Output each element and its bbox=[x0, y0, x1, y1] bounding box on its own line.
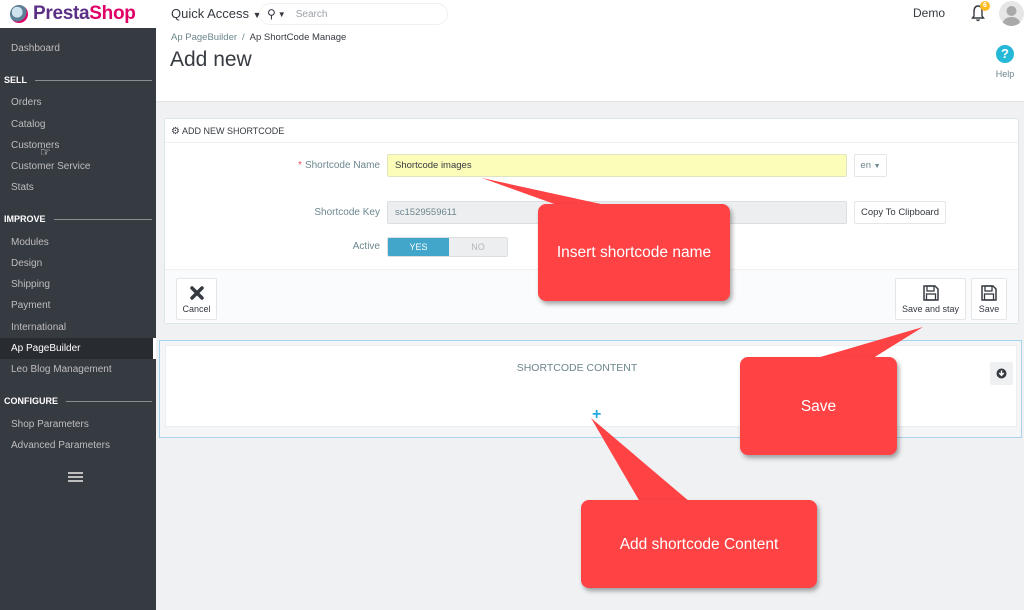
brand-part2: Shop bbox=[89, 3, 136, 24]
panel-title: ADD NEW SHORTCODE bbox=[181, 126, 285, 136]
sidebar-item-orders[interactable]: Orders bbox=[0, 92, 156, 113]
search-icon[interactable]: ⚲ bbox=[267, 7, 276, 21]
help-button[interactable]: ? Help bbox=[994, 45, 1016, 79]
sidebar-item-ap-pagebuilder[interactable]: Ap PageBuilder bbox=[0, 338, 156, 359]
toggle-no[interactable]: NO bbox=[449, 238, 507, 256]
cancel-button[interactable]: Cancel bbox=[176, 278, 217, 320]
shortcode-key-label: Shortcode Key bbox=[314, 207, 380, 218]
quick-access-label: Quick Access bbox=[171, 6, 250, 21]
prestashop-logo[interactable]: PrestaShop bbox=[10, 3, 136, 25]
breadcrumb-item[interactable]: Ap PageBuilder bbox=[171, 32, 237, 43]
copy-to-clipboard-button[interactable]: Copy To Clipboard bbox=[854, 201, 946, 224]
cogs-icon: ⚙ bbox=[171, 126, 180, 137]
sidebar: Dashboard SELL Orders Catalog Customers … bbox=[0, 28, 156, 610]
sidebar-section-improve: IMPROVE bbox=[4, 214, 152, 224]
caret-down-icon[interactable]: ▼ bbox=[278, 10, 286, 19]
hand-cursor-icon: ☞ bbox=[40, 145, 51, 159]
quick-access-dropdown[interactable]: Quick Access ▼ bbox=[171, 6, 262, 21]
top-header: PrestaShop Quick Access ▼ ⚲ ▼ Demo 6 bbox=[0, 0, 1024, 28]
sidebar-section-sell: SELL bbox=[4, 75, 152, 85]
sidebar-item-catalog[interactable]: Catalog bbox=[0, 114, 156, 135]
save-and-stay-button[interactable]: Save and stay bbox=[895, 278, 966, 320]
sidebar-item-stats[interactable]: Stats bbox=[0, 177, 156, 198]
sidebar-item-design[interactable]: Design bbox=[0, 253, 156, 274]
caret-down-icon: ▼ bbox=[873, 163, 881, 170]
breadcrumb-current[interactable]: Ap ShortCode Manage bbox=[250, 32, 347, 43]
callout-add-content: Add shortcode Content bbox=[581, 500, 817, 588]
language-dropdown[interactable]: en ▼ bbox=[854, 154, 887, 177]
page-header: Ap PageBuilder / Ap ShortCode Manage Add n… bbox=[156, 28, 1024, 102]
collapse-toggle-button[interactable] bbox=[990, 362, 1013, 385]
close-icon bbox=[189, 286, 204, 300]
sidebar-item-customers[interactable]: Customers bbox=[0, 135, 156, 156]
user-silhouette-icon bbox=[1002, 6, 1021, 26]
shortcode-name-input[interactable] bbox=[387, 154, 847, 177]
callout-insert-name: Insert shortcode name bbox=[538, 204, 730, 301]
sidebar-section-configure: CONFIGURE bbox=[4, 396, 152, 406]
sidebar-item-dashboard[interactable]: Dashboard bbox=[0, 38, 156, 59]
section-divider bbox=[66, 400, 152, 402]
search-bar: ⚲ ▼ bbox=[259, 3, 448, 25]
sidebar-item-shop-parameters[interactable]: Shop Parameters bbox=[0, 414, 156, 435]
brand-part1: Presta bbox=[33, 3, 90, 24]
puffin-logo-icon bbox=[10, 5, 28, 23]
page-title: Add new bbox=[170, 48, 252, 71]
question-circle-icon: ? bbox=[996, 45, 1014, 63]
sidebar-item-leo-blog-management[interactable]: Leo Blog Management bbox=[0, 359, 156, 380]
avatar[interactable] bbox=[999, 1, 1024, 26]
sidebar-item-shipping[interactable]: Shipping bbox=[0, 274, 156, 295]
sidebar-item-international[interactable]: International bbox=[0, 317, 156, 338]
section-divider bbox=[35, 79, 152, 81]
active-label: Active bbox=[352, 241, 380, 252]
sidebar-item-payment[interactable]: Payment bbox=[0, 295, 156, 316]
sidebar-item-modules[interactable]: Modules bbox=[0, 232, 156, 253]
floppy-disk-icon bbox=[981, 285, 997, 301]
breadcrumb: Ap PageBuilder / Ap ShortCode Manage bbox=[171, 32, 347, 43]
add-content-plus-icon[interactable]: + bbox=[592, 407, 601, 423]
shortcode-name-label: * Shortcode Name bbox=[298, 160, 380, 171]
user-name[interactable]: Demo bbox=[913, 6, 945, 20]
panel-heading: ⚙ ADD NEW SHORTCODE bbox=[165, 119, 1018, 143]
callout-save: Save bbox=[740, 357, 897, 455]
menu-collapse-icon[interactable] bbox=[68, 472, 83, 482]
active-toggle[interactable]: YES NO bbox=[387, 237, 508, 257]
save-button[interactable]: Save bbox=[971, 278, 1007, 320]
help-label: Help bbox=[995, 69, 1015, 79]
required-asterisk: * bbox=[298, 160, 302, 171]
search-input[interactable] bbox=[295, 8, 426, 20]
arrow-circle-down-icon bbox=[996, 368, 1007, 379]
floppy-disk-icon bbox=[922, 285, 939, 301]
notification-badge: 6 bbox=[980, 1, 990, 11]
sidebar-item-advanced-parameters[interactable]: Advanced Parameters bbox=[0, 435, 156, 456]
toggle-yes[interactable]: YES bbox=[388, 238, 449, 256]
section-divider bbox=[53, 218, 152, 220]
sidebar-item-customer-service[interactable]: Customer Service bbox=[0, 156, 156, 177]
